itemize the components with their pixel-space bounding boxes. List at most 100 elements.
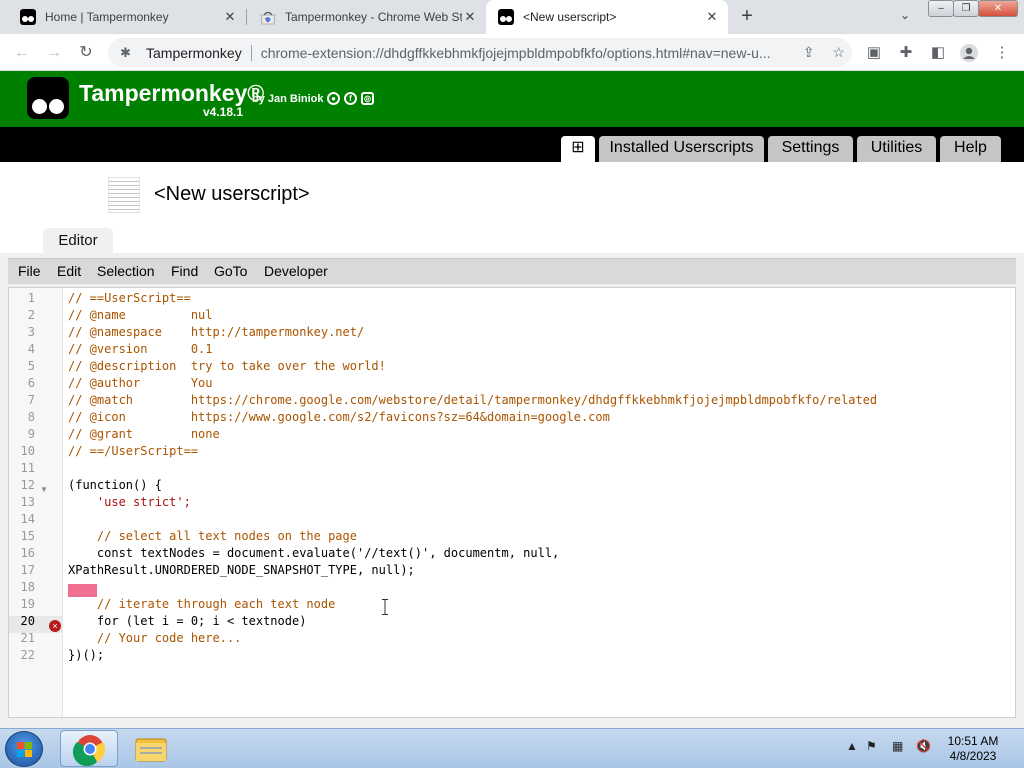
code-line: (function() { [68,478,162,492]
clock-time: 10:51 AM [947,734,999,748]
code-line: for (let i = 0; i < textnode) [68,614,307,628]
script-file-icon [108,177,140,213]
tab-settings[interactable]: Settings [768,136,853,162]
volume-muted-icon[interactable]: 🔇 [916,739,931,753]
folder-icon [135,738,167,762]
menu-edit[interactable]: Edit [57,259,81,285]
close-icon[interactable]: ✕ [222,9,238,25]
system-clock[interactable]: 10:51 AM 4/8/2023 [944,734,1002,764]
forward-arrow-icon[interactable]: → [43,42,65,64]
facebook-icon[interactable]: f [344,92,357,105]
github-icon[interactable]: ● [327,92,340,105]
tab-installed-userscripts[interactable]: Installed Userscripts [599,136,764,162]
minimize-button[interactable]: – [928,0,954,17]
line-number: 6 [27,376,35,390]
explorer-taskbar-button[interactable] [122,730,180,767]
browser-tab-web-store[interactable]: Tampermonkey - Chrome Web Store ✕ [240,0,486,34]
chrome-taskbar-button[interactable] [60,730,118,767]
chrome-web-store-icon [260,11,276,25]
line-number: 8 [27,410,35,424]
bookmark-star-icon[interactable]: ☆ [829,44,849,61]
tab-utilities[interactable]: Utilities [857,136,936,162]
tray-expand-icon[interactable]: ▲ [846,739,858,753]
browser-tab-home[interactable]: Home | Tampermonkey ✕ [0,0,246,34]
script-title: <New userscript> [154,183,310,205]
side-panel-icon[interactable]: ◧ [928,43,948,63]
line-number: 1 [27,291,35,305]
windows-start-icon[interactable] [5,731,43,767]
tampermonkey-extension-icon[interactable]: ▣ [864,43,884,63]
line-number: 18 [20,580,35,594]
browser-tab-new-userscript[interactable]: <New userscript> ✕ [486,0,728,34]
url-text[interactable]: chrome-extension://dhdgffkkebhmkfjojejmp… [261,45,789,61]
line-number: 10 [20,444,35,458]
code-line: })(); [68,648,105,662]
code-line: // @name nul [68,308,213,322]
tab-title: Home | Tampermonkey [45,10,169,24]
close-window-button[interactable]: ✕ [978,0,1018,17]
kebab-menu-icon[interactable]: ⋮ [992,43,1012,63]
tab-help[interactable]: Help [940,136,1001,162]
tampermonkey-logo [27,77,69,119]
code-line: XPathResult.UNORDERED_NODE_SNAPSHOT_TYPE… [68,563,415,577]
address-bar[interactable]: ✱ Tampermonkey chrome-extension://dhdgff… [108,38,852,67]
line-number: 22 [20,648,35,662]
divider [250,44,252,61]
reload-icon[interactable]: ↻ [75,42,97,64]
line-number: 2 [27,308,35,322]
instagram-icon[interactable]: ◎ [361,92,374,105]
tab-title: Tampermonkey - Chrome Web Store [285,10,462,24]
tampermonkey-header: Tampermonkey® by Jan Biniok v4.18.1 ● f … [0,71,1024,127]
new-tab-button[interactable]: + [736,6,758,28]
version-label: v4.18.1 [203,105,244,119]
profile-avatar-icon[interactable] [959,43,979,63]
tab-editor[interactable]: Editor [43,228,113,254]
error-icon[interactable]: × [49,620,61,632]
site-chip: Tampermonkey [146,44,242,61]
menu-selection[interactable]: Selection [97,259,155,285]
back-arrow-icon[interactable]: ← [11,42,33,64]
line-number: 12 [20,478,35,492]
menu-developer[interactable]: Developer [264,259,328,285]
action-center-icon[interactable]: ⚑ [866,739,877,753]
brand-title: Tampermonkey® [79,80,265,106]
tampermonkey-icon [498,9,514,25]
browser-tab-strip: Home | Tampermonkey ✕ Tampermonkey - Chr… [0,0,1024,34]
menu-file[interactable]: File [18,259,41,285]
code-line: // select all text nodes on the page [68,529,357,543]
line-number: 19 [20,597,35,611]
line-number: 20 [20,614,35,628]
line-number: 21 [20,631,35,645]
extensions-puzzle-icon[interactable]: ✚ [896,43,916,63]
extension-icon: ✱ [120,44,131,60]
fold-arrow-icon[interactable]: ▼ [40,485,48,494]
line-number: 14 [20,512,35,526]
code-line: // @description try to take over the wor… [68,359,386,373]
chevron-down-icon[interactable]: ⌄ [896,8,914,26]
tab-add-script[interactable]: ⊞ [561,136,595,162]
line-number: 15 [20,529,35,543]
code-editor[interactable]: 1 2 3 4 5 6 7 8 9 10 11 12 13 14 15 16 17 18 19 20 21 22 ▼ × … [8,287,1016,718]
tampermonkey-icon [20,9,36,25]
code-line: // Your code here... [68,631,242,645]
maximize-button[interactable]: ❐ [953,0,979,17]
menu-find[interactable]: Find [171,259,198,285]
code-line: // @grant none [68,427,220,441]
code-line: // @match https://chrome.google.com/webs… [68,393,878,407]
author-credit: by Jan Biniok [252,93,324,105]
code-line: // iterate through each text node [68,597,336,611]
code-line: // @icon https://www.google.com/s2/favic… [68,410,610,424]
windows-taskbar: ▲ ⚑ ▦ 🔇 10:51 AM 4/8/2023 [0,728,1024,768]
code-line: // ==UserScript== [68,291,191,305]
line-number: 9 [27,427,35,441]
line-number: 17 [20,563,35,577]
editor-menubar: File Edit Selection Find GoTo Developer [8,258,1016,284]
close-icon[interactable]: ✕ [704,9,720,25]
menu-goto[interactable]: GoTo [214,259,247,285]
network-icon[interactable]: ▦ [892,739,903,753]
line-number: 3 [27,325,35,339]
tab-title: <New userscript> [523,10,617,24]
code-line: // @author You [68,376,213,390]
share-icon[interactable]: ⇪ [799,44,819,61]
close-icon[interactable]: ✕ [462,9,478,25]
